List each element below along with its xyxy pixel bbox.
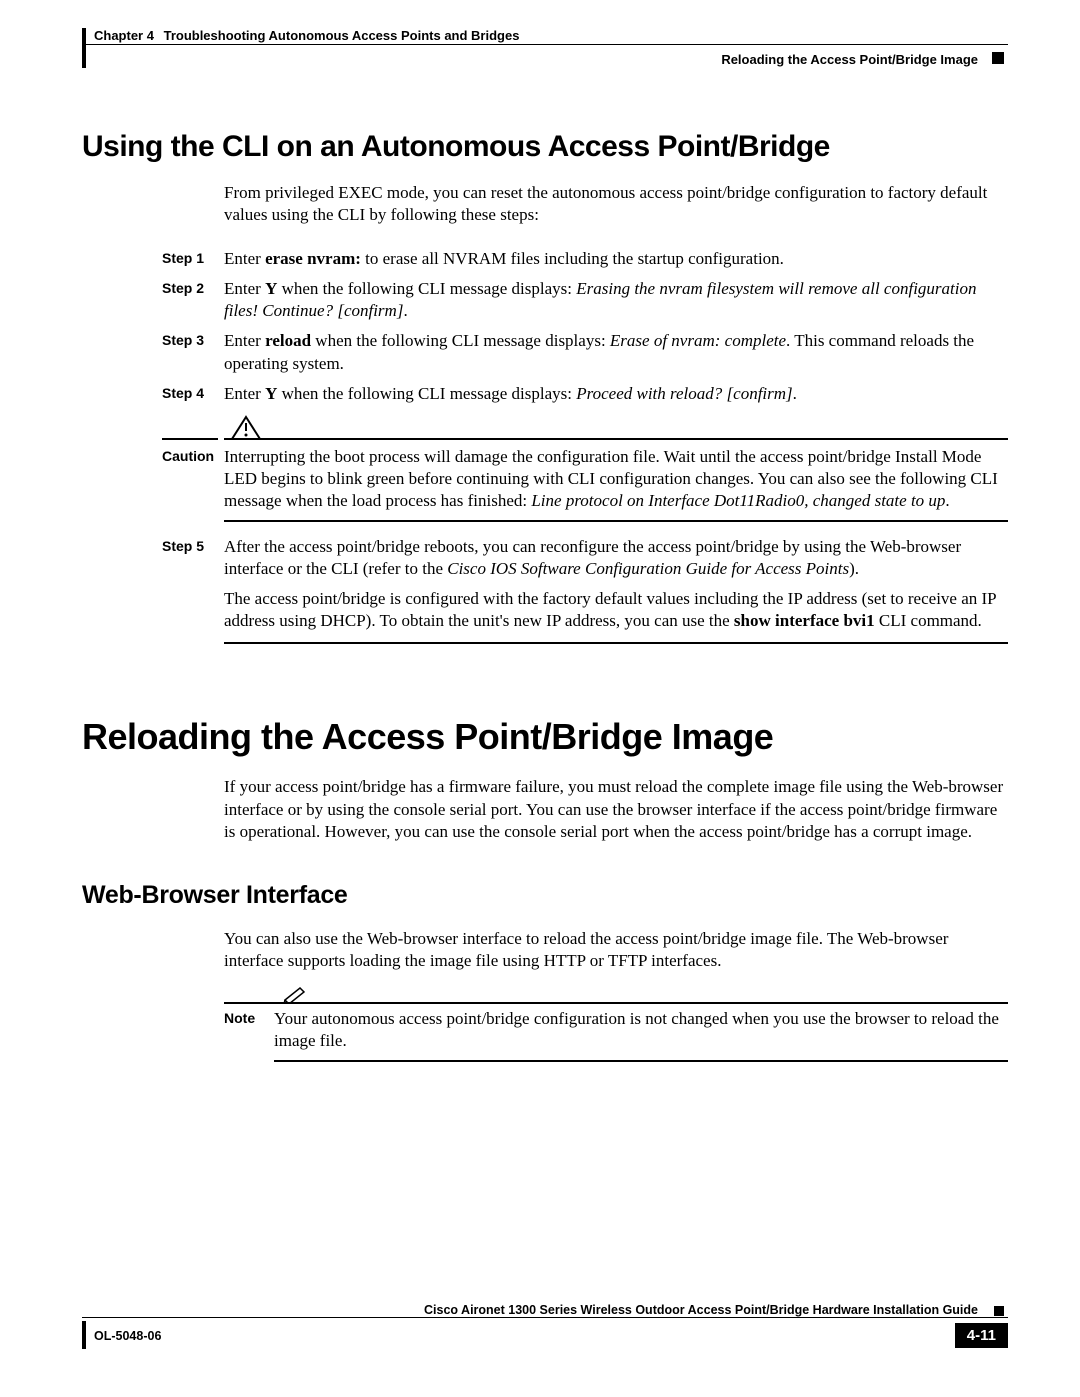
caution-label: Caution — [162, 446, 224, 512]
step-5: Step 5 After the access point/bridge reb… — [162, 536, 1008, 580]
footer-page-number: 4-11 — [955, 1323, 1008, 1348]
heading-reload: Reloading the Access Point/Bridge Image — [82, 716, 1008, 758]
running-footer: Cisco Aironet 1300 Series Wireless Outdo… — [82, 1311, 1008, 1359]
post-step-body: The access point/bridge is configured wi… — [224, 588, 1008, 632]
step-body: Enter Y when the following CLI message d… — [224, 383, 1008, 405]
command-text: erase nvram: — [265, 249, 361, 268]
caution-body: Interrupting the boot process will damag… — [224, 446, 1008, 512]
caution-triangle-icon — [230, 415, 262, 441]
step-label: Step 2 — [162, 278, 224, 322]
caution-top-rule — [162, 415, 1008, 440]
heading-cli: Using the CLI on an Autonomous Access Po… — [82, 130, 1008, 164]
caution-row: Caution Interrupting the boot process wi… — [162, 446, 1008, 512]
key-text: Y — [265, 279, 277, 298]
chapter-label: Chapter 4 — [94, 28, 154, 43]
cli-message: Erase of nvram: complete — [610, 331, 786, 350]
note-block: Note Your autonomous access point/bridge… — [224, 984, 1008, 1062]
header-rule — [82, 44, 1008, 45]
steps-list: Step 1 Enter erase nvram: to erase all N… — [82, 248, 1008, 644]
doc-title: Cisco IOS Software Configuration Guide f… — [447, 559, 849, 578]
caution-bottom-rule — [224, 520, 1008, 522]
post-step-paragraph: x The access point/bridge is configured … — [162, 588, 1008, 632]
text: Enter — [224, 331, 265, 350]
text: when the following CLI message displays: — [277, 384, 576, 403]
footer-guide-title: Cisco Aironet 1300 Series Wireless Outdo… — [418, 1303, 978, 1317]
reload-intro: If your access point/bridge has a firmwa… — [224, 776, 1004, 842]
cli-intro: From privileged EXEC mode, you can reset… — [224, 182, 1004, 226]
step-1: Step 1 Enter erase nvram: to erase all N… — [162, 248, 1008, 270]
text: Enter — [224, 249, 265, 268]
web-intro: You can also use the Web-browser interfa… — [224, 928, 1004, 972]
step-body: After the access point/bridge reboots, y… — [224, 536, 1008, 580]
text: to erase all NVRAM files including the s… — [361, 249, 784, 268]
note-label: Note — [224, 1008, 274, 1052]
text: . — [945, 491, 949, 510]
key-text: Y — [265, 384, 277, 403]
text: CLI command. — [875, 611, 982, 630]
step-label: Step 5 — [162, 536, 224, 580]
text: . — [793, 384, 797, 403]
step-label: Step 3 — [162, 330, 224, 374]
step-label: Step 1 — [162, 248, 224, 270]
note-row: Note Your autonomous access point/bridge… — [224, 1008, 1008, 1052]
text: when the following CLI message displays: — [311, 331, 610, 350]
heading-web-browser: Web-Browser Interface — [82, 881, 1008, 910]
command-text: reload — [265, 331, 311, 350]
footer-doc-id: OL-5048-06 — [94, 1329, 161, 1343]
step-label: Step 4 — [162, 383, 224, 405]
text: Enter — [224, 384, 265, 403]
header-marker-square — [992, 52, 1004, 64]
step-2: Step 2 Enter Y when the following CLI me… — [162, 278, 1008, 322]
header-side-bar — [82, 28, 86, 68]
step-4: Step 4 Enter Y when the following CLI me… — [162, 383, 1008, 405]
text: ). — [849, 559, 859, 578]
chapter-title: Troubleshooting Autonomous Access Points… — [164, 28, 520, 43]
header-chapter: Chapter 4 Troubleshooting Autonomous Acc… — [94, 28, 519, 43]
note-top-rule — [224, 984, 1008, 1004]
note-bottom-rule — [274, 1060, 1008, 1062]
note-body: Your autonomous access point/bridge conf… — [274, 1008, 1008, 1052]
step-body: Enter reload when the following CLI mess… — [224, 330, 1008, 374]
text: when the following CLI message displays: — [277, 279, 576, 298]
footer-marker-square — [994, 1306, 1004, 1316]
header-section-title: Reloading the Access Point/Bridge Image — [721, 52, 978, 67]
note-pencil-icon — [282, 984, 310, 1004]
text: . — [403, 301, 407, 320]
footer-side-bar — [82, 1321, 86, 1349]
running-header: Chapter 4 Troubleshooting Autonomous Acc… — [82, 28, 1008, 74]
caution-block: Caution Interrupting the boot process wi… — [162, 415, 1008, 522]
text: Enter — [224, 279, 265, 298]
step-3: Step 3 Enter reload when the following C… — [162, 330, 1008, 374]
cli-message: Proceed with reload? [confirm] — [576, 384, 792, 403]
footer-rule — [82, 1317, 1008, 1318]
step-body: Enter erase nvram: to erase all NVRAM fi… — [224, 248, 1008, 270]
command-text: show interface bvi1 — [734, 611, 875, 630]
post-step-rule — [224, 642, 1008, 644]
cli-message: Line protocol on Interface Dot11Radio0, … — [531, 491, 945, 510]
step-body: Enter Y when the following CLI message d… — [224, 278, 1008, 322]
page: Chapter 4 Troubleshooting Autonomous Acc… — [0, 0, 1080, 1397]
